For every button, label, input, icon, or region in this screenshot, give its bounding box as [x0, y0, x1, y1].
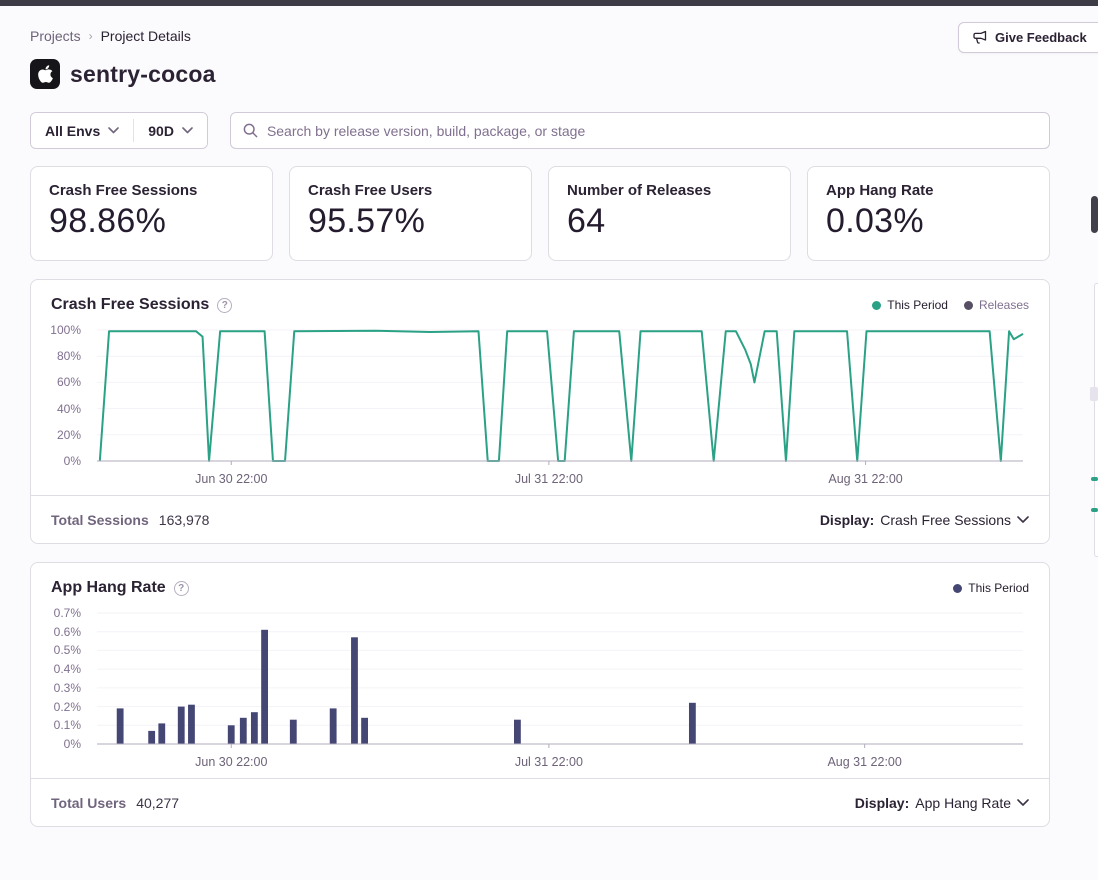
cutoff-green-bar	[1091, 508, 1098, 512]
app-hang-rate-panel: App Hang Rate ? This Period 0% 0.1% 0.2% 0.…	[30, 562, 1050, 827]
y-tick-label: 0.1%	[31, 718, 81, 732]
display-selector-value: Crash Free Sessions	[880, 512, 1011, 528]
megaphone-icon	[972, 30, 988, 45]
stat-card-value: 64	[567, 202, 772, 241]
total-users-stat: Total Users 40,277	[51, 795, 179, 811]
x-axis-labels: Jun 30 22:00 Jul 31 22:00 Aug 31 22:00	[97, 748, 1023, 772]
panel-title: App Hang Rate	[51, 579, 166, 597]
x-tick-label: Aug 31 22:00	[828, 472, 902, 486]
stat-card-crash-free-sessions: Crash Free Sessions 98.86%	[30, 166, 273, 261]
y-tick-label: 20%	[31, 428, 81, 442]
chart-legend: This Period	[953, 581, 1029, 595]
footer-stat-label: Total Sessions	[51, 512, 149, 528]
display-selector-label: Display:	[820, 512, 874, 528]
date-range-selector-label: 90D	[148, 123, 174, 139]
stat-card-label: Crash Free Users	[308, 182, 513, 199]
score-card-row: Crash Free Sessions 98.86% Crash Free Us…	[30, 166, 1050, 261]
legend-dot	[964, 301, 973, 310]
help-icon[interactable]: ?	[174, 581, 189, 596]
y-axis-labels: 0%20%40%60%80%100%	[31, 330, 89, 465]
footer-stat-value: 163,978	[159, 512, 210, 528]
app-hang-rate-chart: 0% 0.1% 0.2% 0.3% 0.4% 0.5% 0.6% 0.7% Jun 30 22…	[31, 605, 1049, 778]
stat-card-number-of-releases: Number of Releases 64	[548, 166, 791, 261]
filter-row: All Envs 90D	[30, 112, 1050, 149]
cutoff-side-panel	[1094, 283, 1098, 557]
page-filter-bar: All Envs 90D	[30, 112, 208, 149]
legend-item-this-period[interactable]: This Period	[872, 298, 948, 312]
search-input[interactable]	[267, 123, 1037, 139]
footer-stat-value: 40,277	[136, 795, 179, 811]
cutoff-gray-element	[1090, 387, 1098, 401]
stat-card-label: Crash Free Sessions	[49, 182, 254, 199]
x-tick-label: Aug 31 22:00	[827, 755, 901, 769]
scrollbar-thumb[interactable]	[1091, 196, 1098, 233]
chevron-down-icon	[108, 127, 119, 134]
bar-chart-plot	[97, 609, 1023, 748]
stat-card-value: 98.86%	[49, 202, 254, 241]
y-tick-label: 0.6%	[31, 625, 81, 639]
legend-label: This Period	[887, 298, 948, 312]
breadcrumb-separator-icon: ›	[89, 29, 93, 43]
y-tick-label: 0%	[31, 454, 81, 468]
y-tick-label: 0.7%	[31, 606, 81, 620]
display-selector-value: App Hang Rate	[915, 795, 1011, 811]
y-tick-label: 0.5%	[31, 643, 81, 657]
y-tick-label: 60%	[31, 375, 81, 389]
x-tick-label: Jul 31 22:00	[515, 755, 583, 769]
chart-legend: This Period Releases	[872, 298, 1029, 312]
y-axis-labels: 0%0.1%0.2%0.3%0.4%0.5%0.6%0.7%	[31, 613, 89, 748]
x-tick-label: Jun 30 22:00	[195, 755, 267, 769]
stat-card-app-hang-rate: App Hang Rate 0.03%	[807, 166, 1050, 261]
environment-selector[interactable]: All Envs	[31, 113, 133, 148]
legend-label: Releases	[979, 298, 1029, 312]
page-title: sentry-cocoa	[70, 61, 216, 88]
y-tick-label: 80%	[31, 349, 81, 363]
y-tick-label: 0.3%	[31, 681, 81, 695]
stat-card-crash-free-users: Crash Free Users 95.57%	[289, 166, 532, 261]
give-feedback-button[interactable]: Give Feedback	[958, 22, 1098, 53]
display-selector[interactable]: Display: App Hang Rate	[855, 795, 1029, 811]
total-sessions-stat: Total Sessions 163,978	[51, 512, 209, 528]
legend-item-releases[interactable]: Releases	[964, 298, 1029, 312]
date-range-selector[interactable]: 90D	[134, 113, 207, 148]
display-selector[interactable]: Display: Crash Free Sessions	[820, 512, 1029, 528]
chevron-down-icon	[1017, 516, 1029, 524]
project-title-row: sentry-cocoa	[30, 59, 1050, 89]
x-axis-labels: Jun 30 22:00 Jul 31 22:00 Aug 31 22:00	[97, 465, 1023, 489]
stat-card-label: App Hang Rate	[826, 182, 1031, 199]
display-selector-label: Display:	[855, 795, 909, 811]
breadcrumb: Projects › Project Details	[30, 28, 1050, 44]
legend-label: This Period	[968, 581, 1029, 595]
legend-dot	[953, 584, 962, 593]
stat-card-value: 95.57%	[308, 202, 513, 241]
x-tick-label: Jul 31 22:00	[515, 472, 583, 486]
give-feedback-label: Give Feedback	[995, 30, 1087, 45]
y-tick-label: 0.4%	[31, 662, 81, 676]
y-tick-label: 100%	[31, 323, 81, 337]
apple-platform-icon	[30, 59, 60, 89]
crash-free-sessions-panel: Crash Free Sessions ? This Period Releas…	[30, 279, 1050, 544]
line-chart-plot	[97, 326, 1023, 465]
cutoff-green-bar	[1091, 477, 1098, 481]
release-search-box	[230, 112, 1050, 149]
legend-dot	[872, 301, 881, 310]
x-tick-label: Jun 30 22:00	[195, 472, 267, 486]
footer-stat-label: Total Users	[51, 795, 126, 811]
legend-item-this-period[interactable]: This Period	[953, 581, 1029, 595]
search-icon	[243, 123, 258, 138]
environment-selector-label: All Envs	[45, 123, 100, 139]
breadcrumb-current: Project Details	[101, 28, 191, 44]
y-tick-label: 40%	[31, 402, 81, 416]
chevron-down-icon	[1017, 799, 1029, 807]
stat-card-value: 0.03%	[826, 202, 1031, 241]
crash-free-sessions-chart: 0% 20% 40% 60% 80% 100% Jun 30 22:00 Jul 31 22…	[31, 322, 1049, 495]
stat-card-label: Number of Releases	[567, 182, 772, 199]
breadcrumb-projects-link[interactable]: Projects	[30, 28, 81, 44]
y-tick-label: 0%	[31, 737, 81, 751]
help-icon[interactable]: ?	[217, 298, 232, 313]
panel-title: Crash Free Sessions	[51, 296, 209, 314]
window-top-bar	[0, 0, 1098, 6]
chevron-down-icon	[182, 127, 193, 134]
y-tick-label: 0.2%	[31, 700, 81, 714]
